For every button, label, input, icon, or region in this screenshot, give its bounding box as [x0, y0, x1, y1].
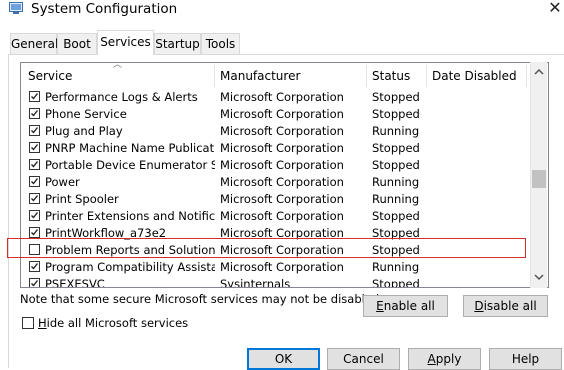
- close-icon[interactable]: ✕: [546, 0, 564, 18]
- system-config-icon: [9, 2, 23, 14]
- service-manufacturer: Microsoft Corporation: [220, 192, 344, 206]
- service-checkbox[interactable]: [29, 108, 40, 119]
- service-name: PNRP Machine Name Publication ...: [45, 141, 215, 155]
- secure-services-note: Note that some secure Microsoft services…: [20, 292, 383, 306]
- scroll-up-icon[interactable]: [531, 64, 547, 80]
- service-status: Stopped: [372, 141, 420, 155]
- service-checkbox[interactable]: [29, 91, 40, 102]
- scroll-thumb[interactable]: [532, 170, 546, 188]
- service-status: Stopped: [372, 158, 420, 172]
- column-divider[interactable]: [426, 65, 427, 87]
- service-manufacturer: Microsoft Corporation: [220, 141, 344, 155]
- tab-tools[interactable]: Tools: [201, 33, 240, 54]
- enable-all-label: nable all: [383, 299, 435, 313]
- column-header-manufacturer[interactable]: Manufacturer: [220, 66, 300, 86]
- service-name: Phone Service: [45, 107, 127, 121]
- service-status: Stopped: [372, 209, 420, 223]
- vertical-scrollbar[interactable]: [530, 62, 547, 288]
- table-row[interactable]: Portable Device Enumerator Ser... Microso…: [21, 157, 531, 174]
- table-row[interactable]: Power Microsoft Corporation Running: [21, 174, 531, 191]
- hide-mnemonic: H: [38, 316, 47, 330]
- column-divider[interactable]: [366, 65, 367, 87]
- service-manufacturer: Microsoft Corporation: [220, 90, 344, 104]
- column-header-status[interactable]: Status: [372, 66, 410, 86]
- sort-ascending-icon: ︿: [113, 62, 123, 70]
- service-status: Running: [372, 260, 420, 274]
- service-status: Running: [372, 124, 420, 138]
- cancel-button[interactable]: Cancel: [327, 348, 400, 370]
- hide-microsoft-services-checkbox[interactable]: [22, 317, 34, 329]
- window-title: System Configuration: [31, 1, 178, 17]
- disable-all-mnemonic: D: [474, 299, 484, 313]
- title-bar: System Configuration ✕: [0, 0, 564, 26]
- table-row[interactable]: Performance Logs & Alerts Microsoft Corpo…: [21, 89, 531, 106]
- table-row[interactable]: PNRP Machine Name Publication ... Microso…: [21, 140, 531, 157]
- service-name: PSEXESVC: [45, 277, 105, 288]
- table-row[interactable]: Printer Extensions and Notificati Microso…: [21, 208, 531, 225]
- enable-all-button[interactable]: Enable all: [363, 295, 448, 317]
- service-manufacturer: Sysinternals: [220, 277, 291, 288]
- service-checkbox[interactable]: [29, 142, 40, 153]
- column-header-service[interactable]: Service: [28, 66, 72, 86]
- table-row[interactable]: Program Compatibility Assistant ... Micro…: [21, 259, 531, 276]
- service-status: Running: [372, 192, 420, 206]
- service-name: Power: [45, 175, 80, 189]
- help-button[interactable]: Help: [489, 348, 562, 370]
- service-name: Plug and Play: [45, 124, 123, 138]
- service-manufacturer: Microsoft Corporation: [220, 260, 344, 274]
- hide-label-text: ide all Microsoft services: [46, 316, 189, 330]
- apply-button[interactable]: Apply: [408, 348, 481, 370]
- service-name: Printer Extensions and Notificati: [45, 209, 215, 223]
- column-divider[interactable]: [526, 65, 527, 87]
- service-checkbox[interactable]: [29, 261, 40, 272]
- column-header-date-disabled[interactable]: Date Disabled: [432, 66, 517, 86]
- apply-label: pply: [435, 352, 462, 366]
- tab-boot[interactable]: Boot: [57, 33, 97, 54]
- service-checkbox[interactable]: [29, 159, 40, 170]
- service-name: Program Compatibility Assistant ...: [45, 260, 215, 274]
- service-status: Stopped: [372, 277, 420, 288]
- service-checkbox[interactable]: [29, 278, 40, 287]
- service-manufacturer: Microsoft Corporation: [220, 124, 344, 138]
- service-name: Performance Logs & Alerts: [45, 90, 198, 104]
- table-row[interactable]: Plug and Play Microsoft Corporation Runnin…: [21, 123, 531, 140]
- disable-all-button[interactable]: Disable all: [463, 295, 548, 317]
- service-checkbox[interactable]: [29, 125, 40, 136]
- scroll-down-icon[interactable]: [531, 269, 547, 285]
- service-status: Stopped: [372, 107, 420, 121]
- table-row[interactable]: PSEXESVC Sysinternals Stopped: [21, 276, 531, 288]
- service-manufacturer: Microsoft Corporation: [220, 209, 344, 223]
- service-name: Print Spooler: [45, 192, 119, 206]
- tab-general[interactable]: General: [10, 33, 58, 54]
- table-row[interactable]: Phone Service Microsoft Corporation Stoppe…: [21, 106, 531, 123]
- service-checkbox[interactable]: [29, 176, 40, 187]
- hide-microsoft-services-label[interactable]: Hide all Microsoft services: [38, 315, 188, 331]
- service-checkbox[interactable]: [29, 193, 40, 204]
- service-manufacturer: Microsoft Corporation: [220, 158, 344, 172]
- table-row[interactable]: Print Spooler Microsoft Corporation Runnin…: [21, 191, 531, 208]
- service-status: Running: [372, 175, 420, 189]
- tab-services[interactable]: Services: [97, 30, 154, 55]
- tab-startup[interactable]: Startup: [154, 33, 201, 54]
- column-divider[interactable]: [214, 65, 215, 87]
- service-checkbox[interactable]: [29, 210, 40, 221]
- service-name: Portable Device Enumerator Ser...: [45, 158, 215, 172]
- service-status: Stopped: [372, 90, 420, 104]
- highlight-annotation: [7, 238, 526, 258]
- service-manufacturer: Microsoft Corporation: [220, 107, 344, 121]
- disable-all-label: isable all: [483, 299, 537, 313]
- service-checkbox[interactable]: [29, 227, 40, 238]
- apply-mnemonic: A: [427, 352, 436, 366]
- enable-all-mnemonic: E: [376, 299, 384, 313]
- service-manufacturer: Microsoft Corporation: [220, 175, 344, 189]
- ok-button[interactable]: OK: [247, 348, 320, 370]
